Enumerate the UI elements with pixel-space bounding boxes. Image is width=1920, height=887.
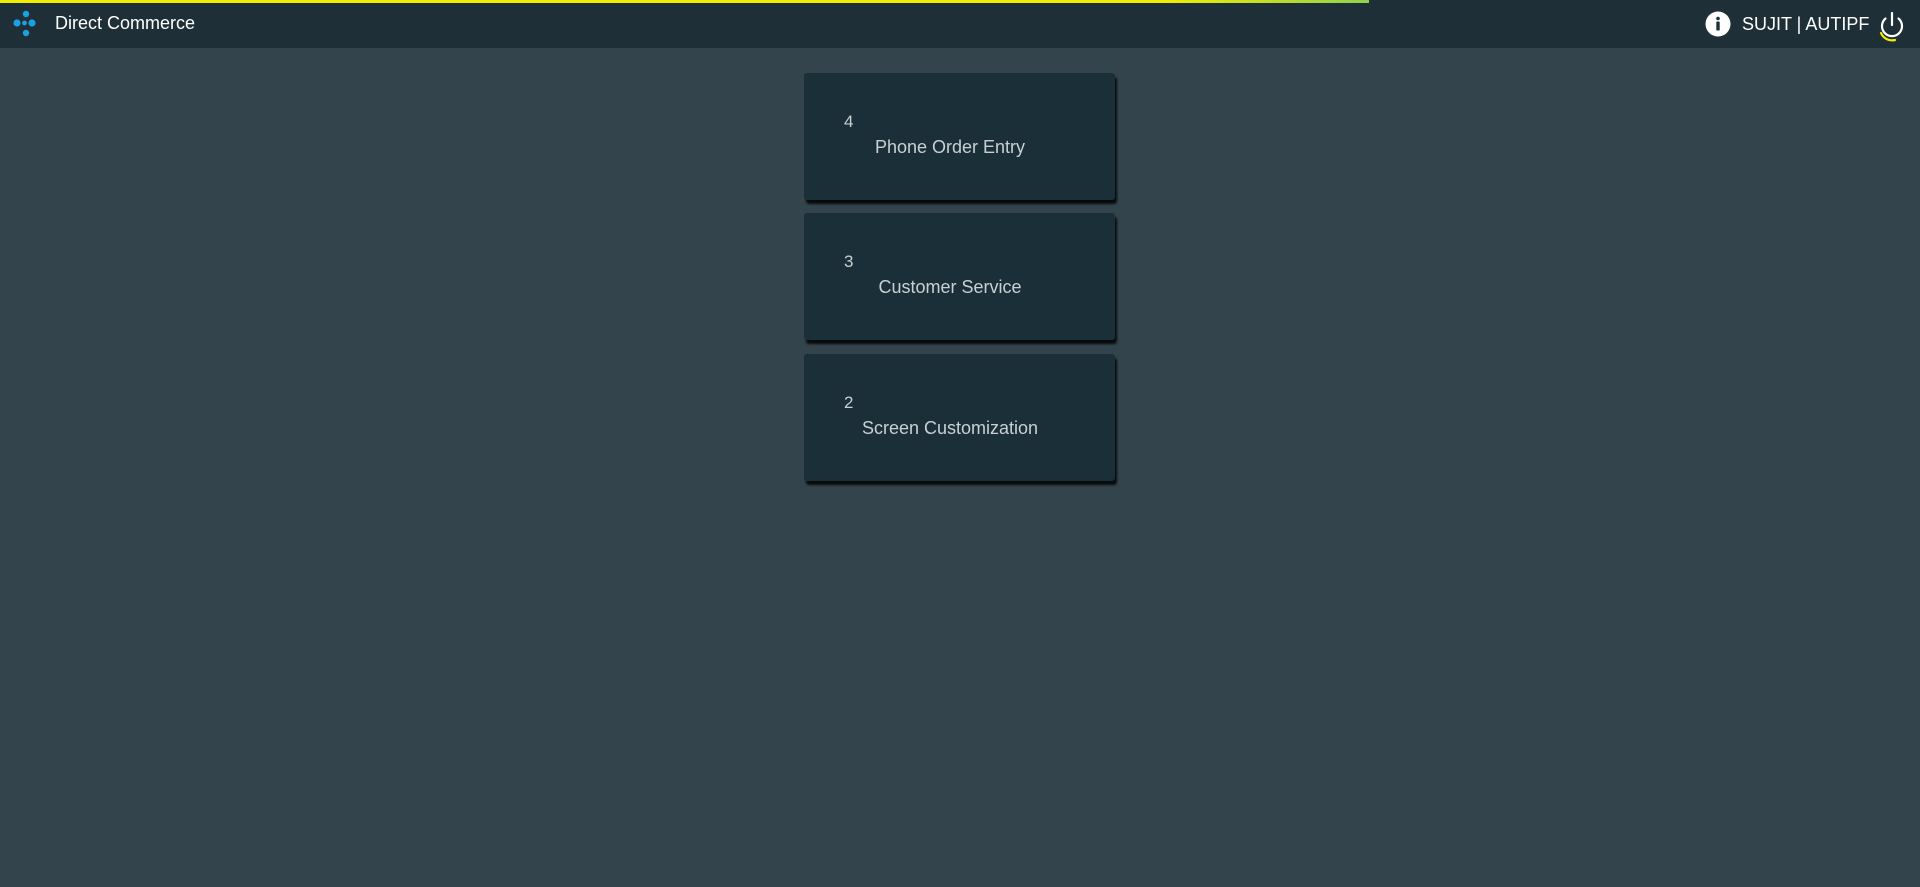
- app-title: Direct Commerce: [55, 13, 196, 33]
- tile-label: Phone Order Entry: [874, 137, 1026, 157]
- loading-progress-bar: [0, 0, 1369, 3]
- top-bar: Direct Commerce SUJIT | AUTIPF: [0, 0, 1920, 48]
- tile-label: Customer Service: [878, 277, 1022, 297]
- tile-count: 3: [844, 252, 854, 271]
- tile-screen-customization[interactable]: 2 Screen Customization: [804, 354, 1115, 481]
- tile-label: Screen Customization: [861, 418, 1039, 438]
- power-icon[interactable]: [1876, 10, 1908, 42]
- tile-customer-service[interactable]: 3 Customer Service: [804, 213, 1115, 340]
- tile-count: 4: [844, 112, 854, 131]
- tile-count: 2: [844, 393, 854, 412]
- info-icon[interactable]: [1705, 11, 1731, 37]
- tile-phone-order-entry[interactable]: 4 Phone Order Entry: [804, 73, 1115, 200]
- dots-cluster-logo-icon: [13, 10, 36, 37]
- user-label: SUJIT | AUTIPF: [1742, 14, 1870, 34]
